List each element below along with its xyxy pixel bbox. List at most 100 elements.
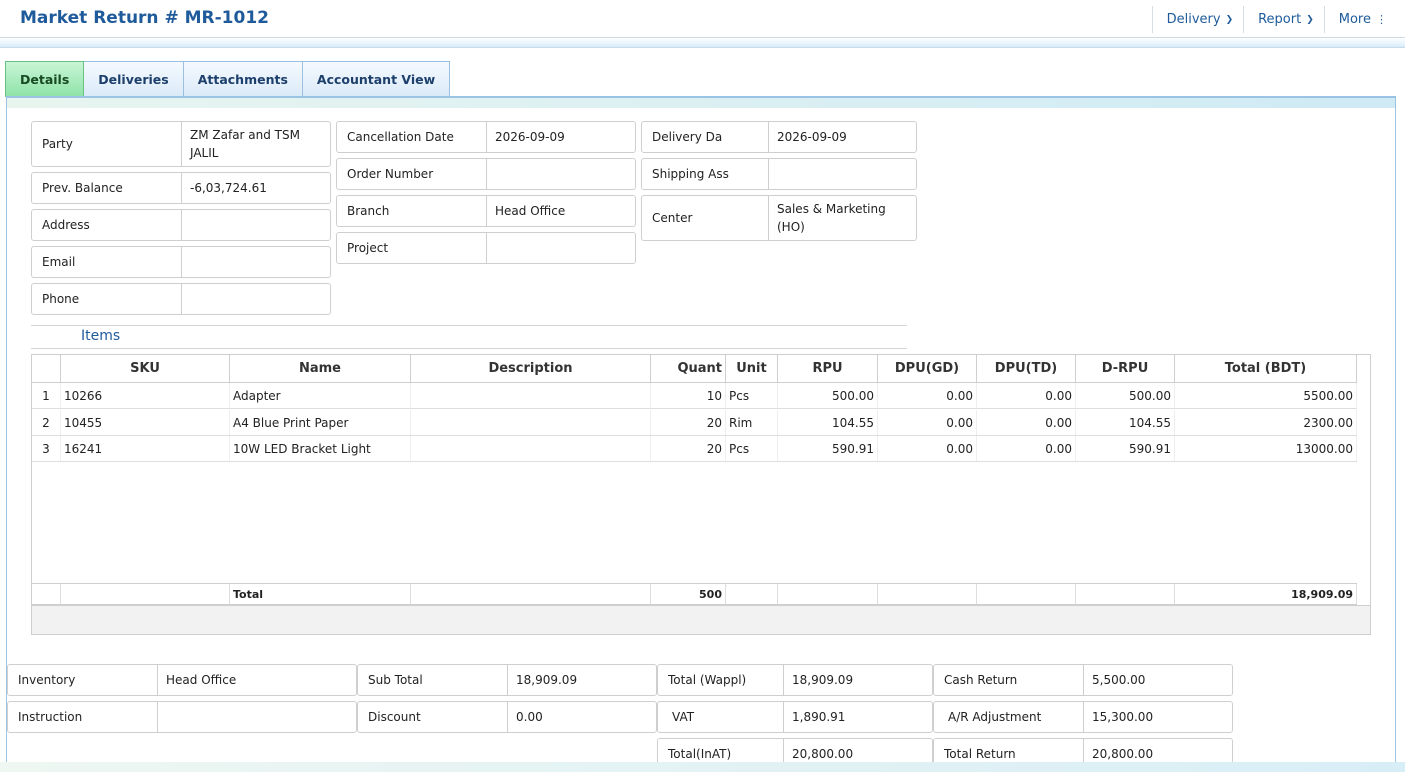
tab-attachments[interactable]: Attachments: [183, 61, 303, 97]
items-grid-footer: [32, 605, 1370, 634]
vat-value[interactable]: 1,890.91: [784, 702, 932, 732]
total-cell-sku: [61, 584, 230, 604]
ar-adjustment-field: A/R Adjustment 15,300.00: [933, 701, 1233, 733]
total-label: Total: [230, 584, 411, 604]
delivery-menu-button[interactable]: Delivery ❯: [1151, 6, 1244, 33]
total-without-vat-field: Total (Wappl) 18,909.09: [657, 664, 933, 696]
inventory-label: Inventory: [8, 665, 158, 695]
total-quantity: 500: [651, 584, 726, 604]
cell-rpu[interactable]: 500.00: [778, 383, 878, 408]
discount-value[interactable]: 0.00: [508, 702, 656, 732]
cell-name[interactable]: Adapter: [230, 383, 411, 408]
cell-dpu-td[interactable]: 0.00: [977, 436, 1076, 461]
cell-description[interactable]: [411, 436, 651, 461]
column-header-total[interactable]: Total (BDT): [1175, 355, 1357, 382]
cell-rpu[interactable]: 590.91: [778, 436, 878, 461]
column-header-quantity[interactable]: Quant: [651, 355, 726, 382]
project-label: Project: [337, 233, 487, 263]
cell-sku[interactable]: 16241: [61, 436, 230, 461]
table-row[interactable]: 2 10455 A4 Blue Print Paper 20 Rim 104.5…: [32, 410, 1357, 436]
branch-field: Branch Head Office: [336, 195, 636, 227]
cell-description[interactable]: [411, 410, 651, 435]
more-menu-button[interactable]: More ⋮: [1323, 6, 1397, 33]
party-field: Party ZM Zafar and TSM JALIL: [31, 121, 331, 167]
ar-adjustment-value: 15,300.00: [1092, 710, 1154, 724]
total-cell-dpu-td: [977, 584, 1076, 604]
cell-rpu[interactable]: 104.55: [778, 410, 878, 435]
sub-total-label: Sub Total: [358, 665, 508, 695]
column-header-dpu-td[interactable]: DPU(TD): [977, 355, 1076, 382]
cell-quantity[interactable]: 20: [651, 436, 726, 461]
cell-dpu-gd[interactable]: 0.00: [878, 410, 977, 435]
row-index: 3: [32, 436, 61, 461]
total-without-vat-value: 18,909.09: [792, 673, 854, 687]
cell-quantity[interactable]: 10: [651, 383, 726, 408]
cell-unit[interactable]: Pcs: [726, 383, 778, 408]
report-menu-button[interactable]: Report ❯: [1243, 6, 1324, 33]
cell-d-rpu[interactable]: 590.91: [1076, 436, 1175, 461]
inventory-value[interactable]: Head Office: [158, 665, 356, 695]
project-value[interactable]: [487, 233, 635, 263]
cell-total: 13000.00: [1175, 436, 1357, 461]
cell-d-rpu[interactable]: 500.00: [1076, 383, 1175, 408]
cell-description[interactable]: [411, 383, 651, 408]
branch-value[interactable]: Head Office: [487, 196, 635, 226]
chevron-down-icon: ❯: [1306, 14, 1314, 25]
items-divider-top: [31, 325, 907, 326]
center-value[interactable]: Sales & Marketing (HO): [769, 196, 916, 240]
table-row[interactable]: 3 16241 10W LED Bracket Light 20 Pcs 590…: [32, 436, 1357, 462]
cell-dpu-td[interactable]: 0.00: [977, 410, 1076, 435]
header-divider: [0, 38, 1405, 48]
cash-return-label: Cash Return: [934, 665, 1084, 695]
address-value[interactable]: [182, 210, 330, 240]
tab-details[interactable]: Details: [5, 61, 85, 97]
column-header-name[interactable]: Name: [230, 355, 411, 382]
cell-name[interactable]: A4 Blue Print Paper: [230, 410, 411, 435]
cancellation-date-value[interactable]: 2026-09-09: [487, 122, 635, 152]
column-header-unit[interactable]: Unit: [726, 355, 778, 382]
cell-name[interactable]: 10W LED Bracket Light: [230, 436, 411, 461]
table-row[interactable]: 1 10266 Adapter 10 Pcs 500.00 0.00 0.00 …: [32, 383, 1357, 409]
row-index: 1: [32, 383, 61, 408]
items-section-title: Items: [81, 328, 121, 344]
cell-sku[interactable]: 10266: [61, 383, 230, 408]
cancellation-date-field: Cancellation Date 2026-09-09: [336, 121, 636, 153]
cancellation-date-label: Cancellation Date: [337, 122, 487, 152]
center-label: Center: [642, 196, 769, 240]
column-header-dpu-gd[interactable]: DPU(GD): [878, 355, 977, 382]
instruction-value[interactable]: [158, 702, 356, 732]
more-menu-label: More: [1338, 12, 1371, 27]
column-header-d-rpu[interactable]: D-RPU: [1076, 355, 1175, 382]
column-header-rpu[interactable]: RPU: [778, 355, 878, 382]
cell-unit[interactable]: Rim: [726, 410, 778, 435]
cell-unit[interactable]: Pcs: [726, 436, 778, 461]
project-field: Project: [336, 232, 636, 264]
column-header-sku[interactable]: SKU: [61, 355, 230, 382]
total-cell-rpu: [778, 584, 878, 604]
cash-return-value[interactable]: 5,500.00: [1084, 665, 1232, 695]
cell-d-rpu[interactable]: 104.55: [1076, 410, 1175, 435]
email-value[interactable]: [182, 247, 330, 277]
phone-value[interactable]: [182, 284, 330, 314]
sub-total-value: 18,909.09: [516, 673, 578, 687]
tab-accountant-view[interactable]: Accountant View: [302, 61, 451, 97]
cell-sku[interactable]: 10455: [61, 410, 230, 435]
column-header-description[interactable]: Description: [411, 355, 651, 382]
tab-bar: Details Deliveries Attachments Accountan…: [5, 61, 451, 97]
tab-deliveries[interactable]: Deliveries: [84, 61, 184, 97]
column-header-index: [32, 355, 61, 382]
shipping-address-value[interactable]: [769, 159, 916, 189]
party-value[interactable]: ZM Zafar and TSM JALIL: [182, 122, 330, 166]
order-number-field: Order Number: [336, 158, 636, 190]
delivery-date-value[interactable]: 2026-09-09: [769, 122, 916, 152]
discount-field: Discount 0.00: [357, 701, 657, 733]
total-cell-d-rpu: [1076, 584, 1175, 604]
cell-quantity[interactable]: 20: [651, 410, 726, 435]
cell-dpu-gd[interactable]: 0.00: [878, 383, 977, 408]
inventory-field: Inventory Head Office: [7, 664, 357, 696]
prev-balance-value: -6,03,724.61: [190, 181, 267, 195]
cell-dpu-gd[interactable]: 0.00: [878, 436, 977, 461]
order-number-value[interactable]: [487, 159, 635, 189]
cell-dpu-td[interactable]: 0.00: [977, 383, 1076, 408]
shipping-address-field: Shipping Ass: [641, 158, 917, 190]
